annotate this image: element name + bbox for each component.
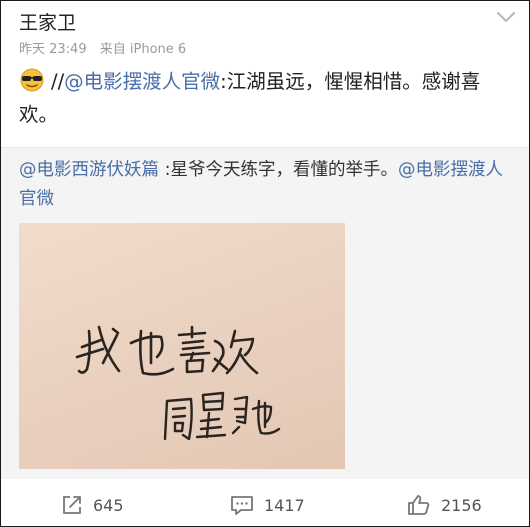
like-button[interactable]: 2156 [407, 492, 482, 518]
post-slashes: // [51, 70, 65, 93]
reposted-text: @电影西游伏妖篇 :星爷今天练字，看懂的举手。@电影摆渡人官微 [19, 156, 519, 214]
thumbs-up-icon [408, 495, 430, 515]
repost-count: 645 [93, 495, 124, 515]
post-time: 昨天 23:49 [19, 42, 87, 57]
repost-button[interactable]: 645 [61, 492, 124, 518]
original-author-link[interactable]: @电影西游伏妖篇 [19, 160, 159, 180]
reposted-weibo[interactable]: @电影西游伏妖篇 :星爷今天练字，看懂的举手。@电影摆渡人官微 [1, 147, 529, 479]
chevron-down-icon[interactable] [495, 9, 517, 25]
share-icon [63, 496, 81, 514]
mention-link[interactable]: @电影摆渡人官微 [64, 70, 220, 93]
handwriting-photo[interactable] [19, 223, 345, 469]
like-count: 2156 [441, 495, 482, 515]
cool-sunglasses-emoji-icon [20, 68, 44, 92]
weibo-post-card: 王家卫 昨天 23:49 来自 iPhone 6 //@电影摆渡人官微:江湖虽远… [0, 0, 530, 527]
reposted-body: :星爷今天练字，看懂的举手。 [159, 160, 398, 180]
comment-count: 1417 [264, 495, 305, 515]
post-source[interactable]: 来自 iPhone 6 [100, 42, 186, 57]
handwriting-image [75, 325, 281, 441]
comment-icon [231, 496, 253, 515]
post-meta: 昨天 23:49 来自 iPhone 6 [19, 38, 195, 57]
action-bar: 645 1417 2156 [1, 486, 529, 526]
author-name[interactable]: 王家卫 [19, 8, 76, 35]
comment-button[interactable]: 1417 [230, 492, 305, 518]
post-body: //@电影摆渡人官微:江湖虽远，惺惺相惜。感谢喜欢。 [19, 65, 515, 131]
